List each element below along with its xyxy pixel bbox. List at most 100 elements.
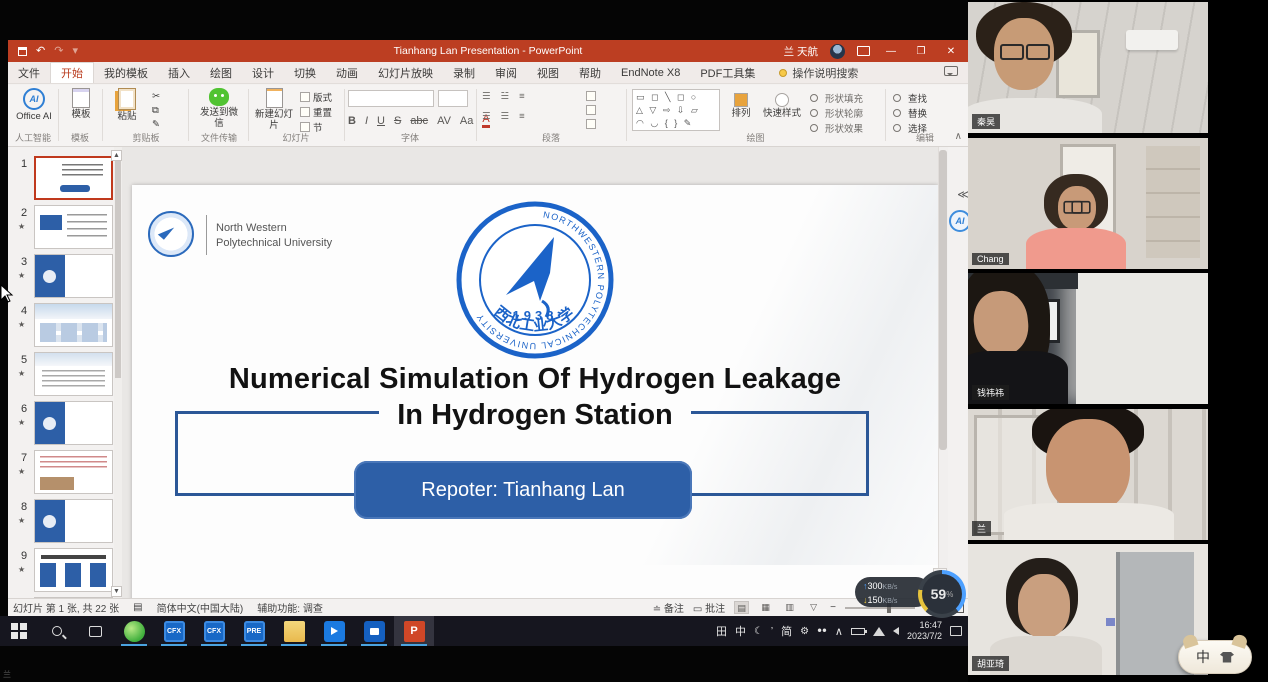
volume-icon[interactable] bbox=[893, 627, 899, 635]
office-ai-button[interactable]: AI Office AI bbox=[14, 88, 54, 123]
tab-帮助[interactable]: 帮助 bbox=[569, 62, 611, 83]
wifi-icon[interactable] bbox=[873, 627, 885, 636]
ime-skin-icon[interactable] bbox=[1220, 652, 1234, 663]
comments-icon[interactable] bbox=[944, 66, 958, 76]
format-painter-button[interactable]: ✎ bbox=[152, 119, 160, 130]
paragraph-row2[interactable]: ☰☰≡ bbox=[482, 111, 532, 122]
reset-button[interactable]: 重置 bbox=[300, 105, 332, 119]
slide-vscroll-thumb[interactable] bbox=[939, 150, 947, 450]
reporter-banner[interactable]: Repoter: Tianhang Lan bbox=[354, 461, 692, 519]
participant-video-2[interactable]: Chang bbox=[968, 138, 1208, 269]
performance-gauge[interactable]: 59% bbox=[918, 570, 966, 618]
account-name[interactable]: 兰 天航 bbox=[784, 44, 818, 59]
taskbar-app-ppt[interactable]: P bbox=[394, 616, 434, 646]
taskbar-app-media[interactable] bbox=[354, 616, 394, 646]
text-direction-button[interactable] bbox=[586, 91, 596, 101]
tell-me-search[interactable]: 操作说明搜索 bbox=[765, 62, 858, 83]
slide-title-line2[interactable]: In Hydrogen Station bbox=[132, 399, 938, 432]
ime-floating-widget[interactable]: 中 bbox=[1178, 640, 1252, 674]
slide-thumbnail-5[interactable] bbox=[34, 352, 113, 396]
tab-设计[interactable]: 设计 bbox=[242, 62, 284, 83]
font-size-combo[interactable] bbox=[438, 90, 468, 107]
tab-切换[interactable]: 切换 bbox=[284, 62, 326, 83]
taskbar-app-app360[interactable] bbox=[114, 616, 154, 646]
paragraph-row1[interactable]: ☰☱≡ bbox=[482, 91, 532, 102]
ime-settings-icon[interactable]: ⚙ bbox=[800, 626, 809, 637]
language-status[interactable]: 简体中文(中国大陆) bbox=[157, 600, 244, 615]
replace-button[interactable]: 替换 bbox=[893, 106, 927, 120]
slide-thumbnail-7[interactable] bbox=[34, 450, 113, 494]
slide-thumbnail-6[interactable] bbox=[34, 401, 113, 445]
new-slide-button[interactable]: 新建幻灯片 bbox=[252, 88, 296, 132]
clock[interactable]: 16:47 2023/7/2 bbox=[907, 620, 942, 642]
slide-thumbnail-4[interactable] bbox=[34, 303, 113, 347]
redo-icon[interactable]: ↷ bbox=[54, 40, 63, 62]
slide-thumbnail-9[interactable] bbox=[34, 548, 113, 592]
participant-video-5[interactable]: 胡亚琦 bbox=[968, 544, 1208, 675]
participant-video-4[interactable]: 兰 bbox=[968, 409, 1208, 540]
send-wechat-button[interactable]: 发送到微信 bbox=[196, 88, 242, 130]
align-text-button[interactable] bbox=[586, 105, 596, 115]
taskbar-app-cfx[interactable]: CFX bbox=[154, 616, 194, 646]
slide-thumbnail-1[interactable] bbox=[34, 156, 113, 200]
task-view-icon[interactable] bbox=[76, 616, 114, 646]
notes-button[interactable]: ≐ 备注 bbox=[653, 600, 684, 615]
tab-PDF工具集[interactable]: PDF工具集 bbox=[690, 62, 765, 83]
bold-button[interactable]: B bbox=[348, 115, 356, 127]
account-avatar[interactable] bbox=[830, 44, 845, 59]
zoom-out-button[interactable]: − bbox=[830, 602, 836, 613]
slide-thumbnail-3[interactable] bbox=[34, 254, 113, 298]
start-button[interactable] bbox=[0, 616, 38, 646]
shapes-gallery[interactable]: ▭ ◻ ╲ ◻ ○ △ ▽ ⇨ ⇩ ▱ ◠ ◡ { } ✎ bbox=[632, 89, 720, 131]
tab-插入[interactable]: 插入 bbox=[158, 62, 200, 83]
search-icon[interactable] bbox=[38, 616, 76, 646]
slide-title-line1[interactable]: Numerical Simulation Of Hydrogen Leakage bbox=[132, 363, 938, 396]
ribbon-display-icon[interactable] bbox=[857, 46, 870, 56]
tray-grid-icon[interactable]: 田 bbox=[716, 623, 727, 639]
sorter-view-button[interactable]: ▦ bbox=[758, 601, 773, 614]
taskbar-app-pre[interactable]: PRE bbox=[234, 616, 274, 646]
tab-我的模板[interactable]: 我的模板 bbox=[94, 62, 158, 83]
qat-dropdown-icon[interactable]: ▾ bbox=[72, 40, 78, 62]
tray-expand-icon[interactable]: ∧ bbox=[835, 625, 843, 638]
people-icon[interactable]: ꔷꔷ bbox=[817, 626, 827, 637]
participant-video-1[interactable]: 秦昊 bbox=[968, 2, 1208, 133]
reading-view-button[interactable]: ▥ bbox=[782, 601, 797, 614]
clear-format-button[interactable]: abc bbox=[410, 115, 428, 127]
restore-button[interactable]: ❐ bbox=[912, 46, 930, 57]
copy-button[interactable]: ⧉ bbox=[152, 105, 159, 116]
spellcheck-icon[interactable]: ▤ bbox=[133, 602, 142, 613]
close-button[interactable]: ✕ bbox=[942, 46, 960, 57]
tab-动画[interactable]: 动画 bbox=[326, 62, 368, 83]
accessibility-status[interactable]: 辅助功能: 调查 bbox=[257, 600, 323, 615]
cut-button[interactable]: ✂ bbox=[152, 91, 160, 102]
panel-scroll-up[interactable]: ▲ bbox=[111, 150, 122, 161]
tab-审阅[interactable]: 审阅 bbox=[485, 62, 527, 83]
quick-style-button[interactable]: 快速样式 bbox=[760, 93, 804, 120]
tab-幻灯片放映[interactable]: 幻灯片放映 bbox=[368, 62, 443, 83]
taskbar-app-meeting[interactable] bbox=[314, 616, 354, 646]
ime-mode-icon[interactable]: 中 bbox=[735, 623, 746, 639]
slide-thumbnail-8[interactable] bbox=[34, 499, 113, 543]
battery-icon[interactable] bbox=[851, 628, 865, 635]
paste-button[interactable]: 粘贴 bbox=[110, 88, 144, 123]
minimize-button[interactable]: — bbox=[882, 46, 900, 57]
font-name-combo[interactable] bbox=[348, 90, 434, 107]
taskbar-app-folder[interactable] bbox=[274, 616, 314, 646]
shape-outline-button[interactable]: 形状轮廓 bbox=[810, 106, 863, 120]
slideshow-button[interactable]: ▽ bbox=[806, 601, 821, 614]
smartart-button[interactable] bbox=[586, 119, 596, 129]
change-case-button[interactable]: Aa bbox=[460, 115, 473, 127]
undo-icon[interactable]: ↶ bbox=[36, 40, 45, 62]
panel-scroll-thumb[interactable] bbox=[115, 158, 121, 378]
punctuation-icon[interactable]: ’ bbox=[771, 626, 773, 637]
participant-video-3[interactable]: 钱祎祎 bbox=[968, 273, 1208, 404]
taskbar-app-cfx[interactable]: CFX bbox=[194, 616, 234, 646]
kerning-button[interactable]: AV bbox=[437, 115, 451, 127]
strikethrough-button[interactable]: S bbox=[394, 115, 401, 127]
template-button[interactable]: 模板 bbox=[66, 88, 96, 121]
find-button[interactable]: 查找 bbox=[893, 91, 927, 105]
underline-button[interactable]: U bbox=[377, 115, 385, 127]
tab-开始[interactable]: 开始 bbox=[50, 62, 94, 83]
slide-editor[interactable]: North Western Polytechnical University N… bbox=[132, 185, 938, 619]
